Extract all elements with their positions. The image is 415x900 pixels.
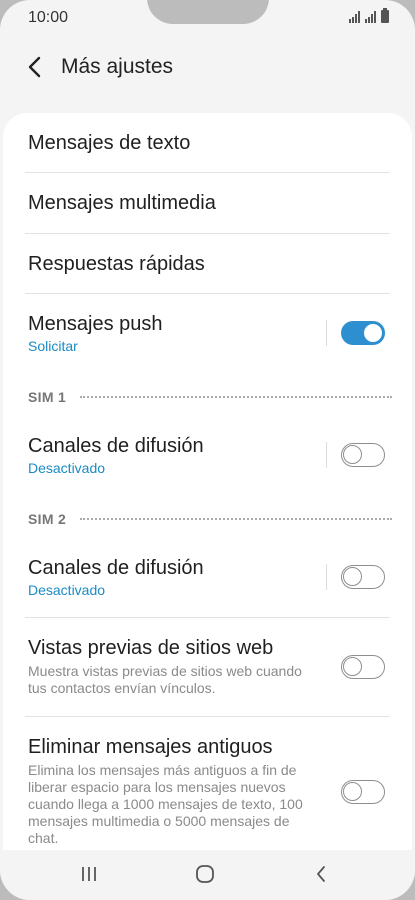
toggle-knob bbox=[362, 322, 384, 344]
divider bbox=[25, 617, 390, 618]
setting-description: Elimina los mensajes más antiguos a fin … bbox=[28, 762, 303, 846]
navigation-bar bbox=[0, 850, 415, 900]
app-header: Más ajustes bbox=[0, 40, 415, 94]
status-bar: 10:00 bbox=[0, 0, 415, 36]
setting-description: Muestra vistas previas de sitios web cua… bbox=[28, 663, 302, 696]
setting-quick-responses[interactable]: Respuestas rápidas bbox=[3, 252, 412, 276]
delete-old-messages-toggle[interactable] bbox=[341, 780, 385, 804]
setting-label: Mensajes multimedia bbox=[28, 192, 216, 214]
setting-status: Desactivado bbox=[28, 460, 106, 476]
section-header-sim2: SIM 2 bbox=[28, 511, 392, 527]
section-title: SIM 1 bbox=[28, 389, 67, 405]
vertical-separator bbox=[326, 442, 327, 468]
setting-multimedia-messages[interactable]: Mensajes multimedia bbox=[3, 191, 412, 215]
battery-icon bbox=[381, 8, 389, 23]
signal-sim1-icon bbox=[349, 11, 360, 23]
back-button[interactable] bbox=[20, 52, 50, 82]
signal-sim2-icon bbox=[365, 11, 376, 23]
toggle-knob bbox=[343, 567, 362, 586]
vertical-separator bbox=[326, 320, 327, 346]
dotted-line bbox=[80, 396, 392, 398]
back-nav-button[interactable] bbox=[306, 862, 336, 886]
setting-label: Respuestas rápidas bbox=[28, 253, 205, 275]
chevron-left-icon bbox=[28, 56, 41, 78]
section-header-sim1: SIM 1 bbox=[28, 389, 392, 405]
setting-label: Eliminar mensajes antiguos bbox=[28, 736, 273, 758]
sim1-broadcast-toggle[interactable] bbox=[341, 443, 385, 467]
web-previews-toggle[interactable] bbox=[341, 655, 385, 679]
setting-status: Desactivado bbox=[28, 582, 106, 598]
divider bbox=[25, 293, 390, 294]
phone-screen: 10:00 Más ajustes Mensajes de texto Mens… bbox=[0, 0, 415, 900]
back-icon bbox=[317, 866, 325, 882]
home-icon bbox=[196, 865, 214, 883]
push-messages-toggle[interactable] bbox=[341, 321, 385, 345]
status-time: 10:00 bbox=[28, 9, 69, 26]
dotted-line bbox=[80, 518, 392, 520]
toggle-knob bbox=[343, 782, 362, 801]
recents-icon bbox=[82, 867, 96, 881]
section-title: SIM 2 bbox=[28, 511, 67, 527]
setting-status: Solicitar bbox=[28, 338, 78, 354]
recents-button[interactable] bbox=[74, 862, 104, 886]
divider bbox=[25, 172, 390, 173]
divider bbox=[25, 233, 390, 234]
sim2-broadcast-toggle[interactable] bbox=[341, 565, 385, 589]
status-icons bbox=[349, 8, 389, 23]
settings-list: Mensajes de texto Mensajes multimedia Re… bbox=[3, 113, 412, 850]
page-title: Más ajustes bbox=[61, 55, 174, 78]
setting-label: Canales de difusión bbox=[28, 557, 204, 579]
vertical-separator bbox=[326, 564, 327, 590]
toggle-knob bbox=[343, 657, 362, 676]
toggle-knob bbox=[343, 445, 362, 464]
home-button[interactable] bbox=[190, 862, 220, 886]
setting-label: Mensajes push bbox=[28, 313, 163, 335]
setting-label: Mensajes de texto bbox=[28, 132, 191, 154]
setting-text-messages[interactable]: Mensajes de texto bbox=[3, 131, 412, 155]
setting-label: Vistas previas de sitios web bbox=[28, 637, 274, 659]
divider bbox=[25, 716, 390, 717]
setting-label: Canales de difusión bbox=[28, 435, 204, 457]
